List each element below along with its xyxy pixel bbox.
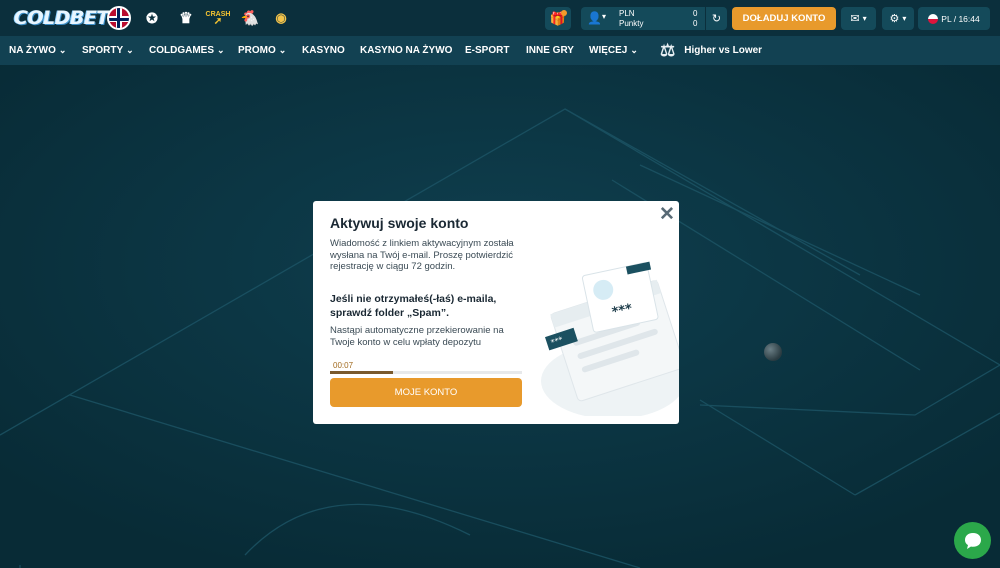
modal-info-text: Wiadomość z linkiem aktywacyjnym została…	[330, 238, 514, 272]
chat-bubble-icon	[964, 532, 981, 549]
modal-spam-hint: Jeśli nie otrzymałeś(-łaś) e-maila, spra…	[330, 293, 497, 319]
nav-item-wiecej[interactable]: WIĘCEJ ⌄	[589, 36, 638, 65]
plinko-game-icon[interactable]: ◉	[269, 6, 293, 30]
ball-graphic	[764, 343, 782, 361]
email-verification-illustration: *** ***	[541, 261, 679, 416]
nav-label: E-SPORT	[465, 45, 510, 56]
crash-game-icon[interactable]: CRASH ➚	[205, 6, 231, 30]
premier-league-icon[interactable]: ♛	[174, 6, 198, 30]
champions-league-icon[interactable]: ✪	[140, 6, 164, 30]
chicken-game-icon[interactable]: 🐔	[238, 6, 262, 30]
nav-label: COLDGAMES	[149, 45, 214, 56]
nav-item-sporty[interactable]: SPORTY ⌄	[82, 36, 134, 65]
chevron-down-icon: ⌄	[217, 45, 225, 55]
main-nav: NA ŻYWO ⌄ SPORTY ⌄ COLDGAMES ⌄ PROMO ⌄ KASYN…	[0, 36, 1000, 65]
progress-fill	[330, 371, 394, 374]
gift-button[interactable]: 🎁	[545, 7, 571, 30]
nav-item-na-zywo[interactable]: NA ŻYWO ⌄	[9, 36, 66, 65]
gear-icon: ⚙	[889, 13, 900, 25]
chevron-down-icon: ⌄	[278, 45, 287, 55]
currency-value: 0	[693, 9, 698, 18]
nav-label: KASYNO	[302, 45, 345, 56]
norway-flag-icon[interactable]	[107, 6, 131, 30]
my-account-button[interactable]: MOJE KONTO	[330, 378, 522, 407]
redirect-progress	[330, 371, 522, 374]
top-bar: COLDBET ✪ ♛ CRASH ➚ 🐔 ◉ 🎁 👤 ▾ PLN Punkty…	[0, 0, 1000, 36]
chevron-down-icon: ⌄	[58, 45, 67, 55]
currency-label: PLN	[619, 9, 635, 18]
nav-label: SPORTY	[82, 45, 124, 56]
nav-label: NA ŻYWO	[9, 45, 56, 56]
points-value: 0	[693, 19, 698, 28]
chevron-down-icon: ⌄	[126, 45, 134, 55]
chevron-down-icon: ▾	[902, 14, 907, 23]
scale-icon: ⚖	[660, 40, 676, 60]
language-time-label: PL / 16:44	[941, 13, 980, 24]
live-chat-button[interactable]	[954, 522, 991, 559]
nav-item-inne-gry[interactable]: INNE GRY	[526, 36, 574, 65]
user-icon: 👤	[587, 11, 602, 25]
nav-item-higher-vs-lower[interactable]: ⚖ Higher vs Lower	[660, 36, 762, 65]
language-time-button[interactable]: PL / 16:44	[918, 7, 990, 30]
nav-label: Higher vs Lower	[684, 45, 763, 56]
close-icon[interactable]: ✕	[659, 203, 675, 226]
envelope-icon: ✉	[850, 13, 860, 25]
messages-button[interactable]: ✉ ▾	[841, 7, 876, 30]
settings-button[interactable]: ⚙ ▾	[882, 7, 914, 30]
nav-label: PROMO	[238, 45, 276, 56]
nav-label: WIĘCEJ	[589, 45, 628, 56]
nav-item-e-sport[interactable]: E-SPORT	[465, 36, 509, 65]
modal-redirect-text: Nastąpi automatyczne przekierowanie na T…	[330, 325, 504, 348]
chevron-down-icon: ⌄	[630, 45, 638, 55]
countdown-timer: 00:07	[333, 361, 354, 370]
activate-account-modal: ✕ Aktywuj swoje konto Wiadomość z linkie…	[313, 201, 679, 424]
poland-flag-icon	[928, 13, 939, 24]
nav-item-kasyno[interactable]: KASYNO	[302, 36, 345, 65]
nav-label: KASYNO NA ŻYWO	[360, 45, 453, 56]
chevron-down-icon: ▾	[602, 12, 607, 21]
deposit-button[interactable]: DOŁADUJ KONTO	[732, 7, 836, 30]
nav-label: INNE GRY	[526, 45, 574, 56]
nav-item-kasyno-na-zywo[interactable]: KASYNO NA ŻYWO	[360, 36, 452, 65]
modal-title: Aktywuj swoje konto	[330, 215, 469, 231]
notification-dot	[561, 10, 567, 16]
chevron-down-icon: ▾	[862, 14, 867, 23]
nav-item-coldgames[interactable]: COLDGAMES ⌄	[149, 36, 225, 65]
nav-item-promo[interactable]: PROMO ⌄	[238, 36, 286, 65]
points-label: Punkty	[619, 19, 644, 28]
balance-widget[interactable]: 👤 ▾ PLN Punkty 0 0 ↻	[581, 7, 727, 30]
refresh-icon[interactable]: ↻	[705, 7, 727, 30]
coldbet-logo[interactable]: COLDBET	[14, 4, 109, 32]
